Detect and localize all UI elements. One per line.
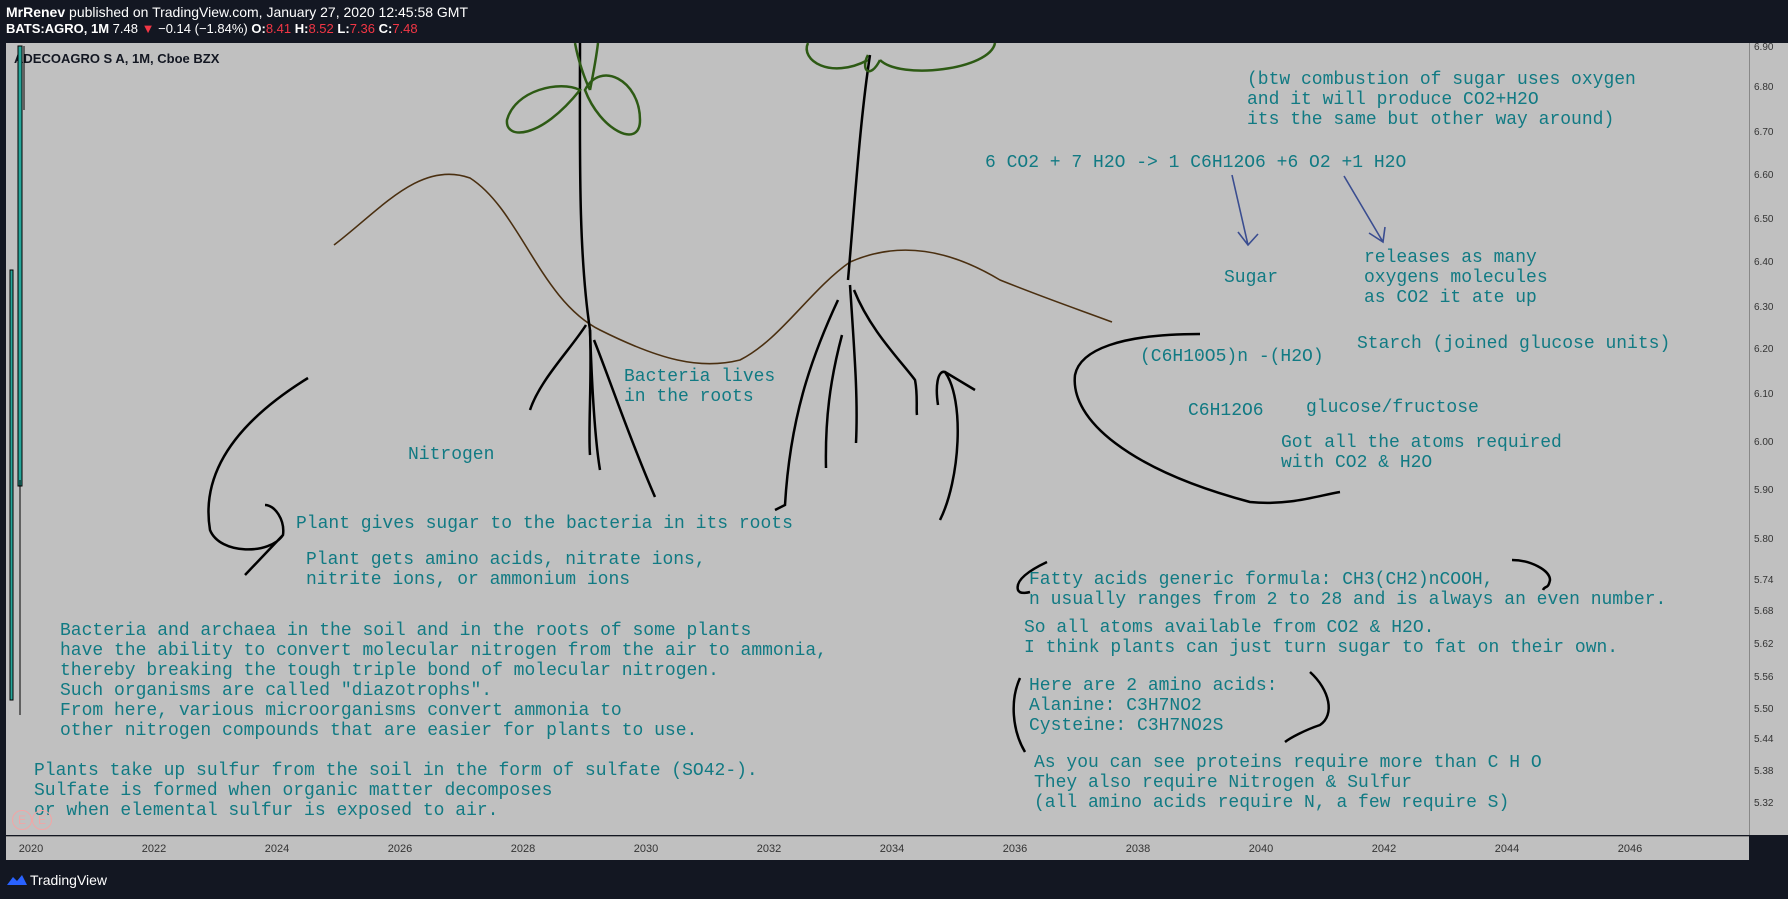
note-bacteria-roots: Bacteria lives in the roots — [624, 367, 776, 407]
time-tick-label: 2030 — [633, 843, 659, 855]
time-tick-label: 2024 — [264, 843, 290, 855]
tradingview-logo-icon — [7, 875, 27, 885]
price-tick-label: 6.30 — [1754, 302, 1774, 313]
price-axis[interactable]: 6.90 6.80 6.70 6.60 6.50 6.40 6.30 6.20 6.10 6.00… — [1749, 42, 1788, 835]
amino-bracket-left — [1012, 677, 1027, 753]
time-tick-label: 2020 — [18, 843, 44, 855]
note-starch: Starch (joined glucose units) — [1357, 334, 1671, 354]
note-sulfur: Plants take up sulfur from the soil in t… — [34, 761, 758, 821]
time-tick-label: 2028 — [510, 843, 536, 855]
time-tick-label: 2034 — [879, 843, 905, 855]
time-tick-label: 2042 — [1371, 843, 1397, 855]
note-fatty-acids: Fatty acids generic formula: CH3(CH2)nCO… — [1029, 570, 1667, 610]
time-tick-label: 2036 — [1002, 843, 1028, 855]
price-tick-label: 5.44 — [1754, 734, 1774, 745]
plant-right — [774, 54, 976, 521]
time-tick-label: 2022 — [141, 843, 167, 855]
candle — [9, 269, 14, 701]
tradingview-brand[interactable]: TradingView — [30, 872, 107, 888]
price-tick-label: 6.10 — [1754, 389, 1774, 400]
time-tick-label: 2046 — [1617, 843, 1643, 855]
note-glucose-name: glucose/fructose — [1306, 398, 1479, 418]
time-tick-label: 2032 — [756, 843, 782, 855]
price-tick-label: 6.60 — [1754, 170, 1774, 181]
price-tick-label: 6.90 — [1754, 42, 1774, 53]
price-tick-label: 5.32 — [1754, 798, 1774, 809]
event-marker[interactable]: E — [32, 810, 52, 830]
time-tick-label: 2026 — [387, 843, 413, 855]
note-photosynthesis-equation: 6 CO2 + 7 H2O -> 1 C6H12O6 +6 O2 +1 H2O — [985, 153, 1407, 173]
price-tick-label: 6.50 — [1754, 214, 1774, 225]
note-proteins: As you can see proteins require more tha… — [1034, 753, 1542, 813]
note-atoms-required: Got all the atoms required with CO2 & H2… — [1281, 433, 1562, 473]
note-sugar: Sugar — [1224, 268, 1279, 288]
price-tick-label: 5.80 — [1754, 534, 1774, 545]
price-tick-label: 5.74 — [1754, 575, 1774, 586]
note-plant-gives-sugar: Plant gives sugar to the bacteria in its… — [296, 514, 793, 534]
note-nitrogen: Nitrogen — [408, 445, 495, 465]
price-tick-label: 6.80 — [1754, 82, 1774, 93]
price-tick-label: 5.38 — [1754, 766, 1774, 777]
price-tick-label: 6.70 — [1754, 127, 1774, 138]
note-starch-formula: (C6H10O5)n -(H2O) — [1140, 347, 1324, 367]
note-oxygen-release: releases as many oxygens molecules as CO… — [1364, 248, 1548, 308]
brown-curve — [333, 173, 1113, 365]
price-tick-label: 6.40 — [1754, 257, 1774, 268]
price-tick-label: 5.90 — [1754, 485, 1774, 496]
candle-bars — [9, 45, 25, 715]
candle — [17, 45, 23, 487]
footer: TradingView — [0, 860, 1788, 899]
amino-bracket-right — [1284, 671, 1330, 744]
note-atoms-available: So all atoms available from CO2 & H2O. I… — [1024, 618, 1619, 658]
note-glucose-formula: C6H12O6 — [1188, 401, 1264, 421]
time-tick-label: 2038 — [1125, 843, 1151, 855]
price-tick-label: 5.62 — [1754, 639, 1774, 650]
nitrogen-arrow — [207, 376, 309, 576]
time-tick-label: 2044 — [1494, 843, 1520, 855]
price-tick-label: 5.50 — [1754, 704, 1774, 715]
plant-left-leaves — [505, 42, 642, 136]
blue-arrows — [1231, 174, 1386, 247]
price-tick-label: 6.20 — [1754, 344, 1774, 355]
price-tick-label: 5.68 — [1754, 606, 1774, 617]
note-plant-gets-amino: Plant gets amino acids, nitrate ions, ni… — [306, 550, 706, 590]
price-tick-label: 5.56 — [1754, 672, 1774, 683]
time-tick-label: 2040 — [1248, 843, 1274, 855]
price-tick-label: 6.00 — [1754, 437, 1774, 448]
event-marker[interactable]: E — [12, 810, 32, 830]
plant-left — [528, 42, 657, 498]
note-diazotrophs: Bacteria and archaea in the soil and in … — [60, 621, 827, 741]
note-amino-acids: Here are 2 amino acids: Alanine: C3H7NO2… — [1029, 676, 1278, 736]
note-combustion: (btw combustion of sugar uses oxygen and… — [1247, 70, 1636, 130]
plant-right-leaves — [805, 42, 997, 73]
time-axis[interactable]: 2020 2022 2024 2026 2028 2030 2032 2034 2036 2038… — [6, 836, 1749, 861]
